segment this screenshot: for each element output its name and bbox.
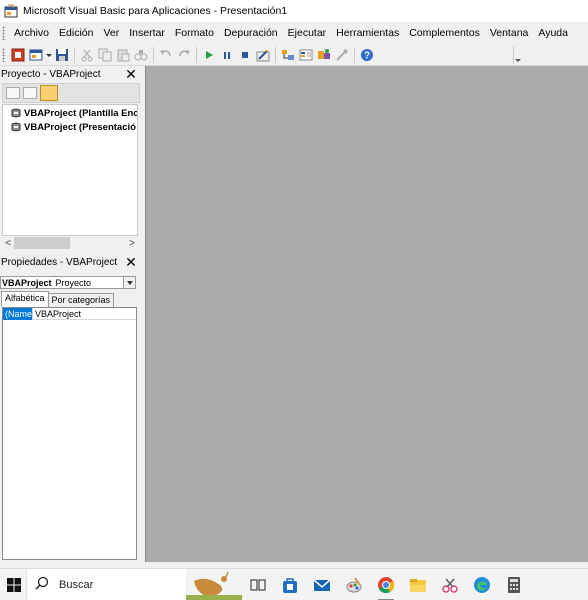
toolbar-separator	[354, 46, 355, 63]
save-button[interactable]	[54, 47, 70, 63]
widgets-kangaroo-icon[interactable]	[186, 569, 242, 600]
toolbar-separator	[153, 46, 154, 63]
project-explorer-icon[interactable]	[280, 47, 296, 63]
vba-app-icon	[4, 4, 18, 18]
paste-icon[interactable]	[115, 47, 131, 63]
menu-depuracion[interactable]: Depuración	[219, 27, 283, 39]
properties-tabs: Alfabética Por categorías	[1, 291, 115, 307]
vba-project-icon	[11, 108, 21, 118]
view-object-icon[interactable]	[23, 87, 37, 99]
menu-formato[interactable]: Formato	[170, 27, 219, 39]
menu-bar: Archivo Edición Ver Insertar Formato Dep…	[0, 22, 588, 44]
windows-taskbar: Buscar	[0, 568, 588, 600]
properties-object-select[interactable]: VBAProject Proyecto	[0, 276, 136, 289]
tab-alfabetica[interactable]: Alfabética	[1, 291, 49, 307]
toolbox-icon[interactable]	[334, 47, 350, 63]
menu-edicion[interactable]: Edición	[54, 27, 98, 39]
properties-header: Propiedades - VBAProject ✕	[0, 254, 142, 270]
project-explorer-header: Proyecto - VBAProject ✕	[0, 66, 142, 82]
search-placeholder: Buscar	[59, 578, 94, 591]
menu-ventana[interactable]: Ventana	[485, 27, 534, 39]
redo-icon[interactable]	[176, 47, 192, 63]
file-explorer-icon[interactable]	[406, 573, 430, 597]
find-icon[interactable]	[133, 47, 149, 63]
windows-start-icon[interactable]	[2, 569, 26, 600]
menu-complementos[interactable]: Complementos	[404, 27, 485, 39]
properties-window-icon[interactable]	[298, 47, 314, 63]
property-name: (Name)	[3, 307, 36, 320]
tab-por-categorias[interactable]: Por categorías	[47, 293, 115, 307]
scroll-left-icon[interactable]: <	[2, 238, 14, 249]
project-explorer-toolbar	[2, 83, 140, 103]
run-icon[interactable]	[201, 47, 217, 63]
property-value[interactable]: VBAProject	[33, 309, 81, 319]
properties-close-icon[interactable]: ✕	[124, 255, 138, 269]
mail-icon[interactable]	[310, 573, 334, 597]
properties-title: Propiedades - VBAProject	[1, 256, 118, 268]
insert-dropdown-icon[interactable]	[46, 47, 52, 63]
view-host-app-button[interactable]	[10, 47, 26, 63]
toolbar-options-icon[interactable]	[513, 45, 521, 64]
mdi-workspace	[145, 66, 588, 562]
vba-project-icon	[11, 122, 21, 132]
project-explorer-title: Proyecto - VBAProject	[1, 68, 101, 80]
search-icon	[35, 576, 49, 593]
window-title: Microsoft Visual Basic para Aplicaciones…	[23, 5, 288, 17]
toolbar-separator	[196, 46, 197, 63]
tree-item[interactable]: VBAProject (Presentació	[3, 121, 137, 133]
chevron-down-icon[interactable]	[123, 277, 135, 288]
reset-icon[interactable]	[237, 47, 253, 63]
menubar-grip[interactable]	[2, 26, 5, 40]
chrome-icon[interactable]	[374, 573, 398, 600]
toggle-folders-icon[interactable]	[40, 85, 58, 101]
scroll-thumb[interactable]	[14, 237, 70, 249]
menu-archivo[interactable]: Archivo	[9, 27, 54, 39]
undo-icon[interactable]	[158, 47, 174, 63]
view-code-icon[interactable]	[6, 87, 20, 99]
project-tree-hscrollbar[interactable]: < >	[2, 236, 138, 250]
menu-ayuda[interactable]: Ayuda	[533, 27, 573, 39]
tree-item-label: VBAProject (Plantilla Enc	[24, 107, 138, 119]
design-mode-icon[interactable]	[255, 47, 271, 63]
tree-item[interactable]: VBAProject (Plantilla Enc	[3, 107, 137, 119]
property-row[interactable]: (Name) VBAProject	[3, 307, 136, 320]
object-name: VBAProject	[2, 277, 52, 288]
window-titlebar: Microsoft Visual Basic para Aplicaciones…	[0, 0, 588, 22]
insert-userform-button[interactable]	[28, 47, 44, 63]
paint-icon[interactable]	[342, 573, 366, 597]
taskbar-search-box[interactable]: Buscar	[26, 568, 186, 600]
calculator-icon[interactable]	[502, 573, 526, 597]
svg-text:?: ?	[364, 50, 370, 61]
task-view-icon[interactable]	[246, 573, 270, 597]
object-browser-icon[interactable]	[316, 47, 332, 63]
tree-item-label: VBAProject (Presentació	[24, 121, 136, 133]
edge-icon[interactable]	[470, 573, 494, 597]
left-pane: Proyecto - VBAProject ✕ VBAProject (Plan…	[0, 66, 142, 562]
toolbar-separator	[275, 46, 276, 63]
scroll-right-icon[interactable]: >	[126, 238, 138, 249]
menu-herramientas[interactable]: Herramientas	[331, 27, 404, 39]
help-icon[interactable]: ?	[359, 47, 375, 63]
toolbar-grip[interactable]	[2, 47, 5, 62]
project-explorer-close-icon[interactable]: ✕	[124, 67, 138, 81]
copy-icon[interactable]	[97, 47, 113, 63]
project-tree: VBAProject (Plantilla Enc VBAProject (Pr…	[2, 104, 138, 236]
properties-grid: (Name) VBAProject	[2, 307, 137, 560]
store-icon[interactable]	[278, 573, 302, 597]
object-type: Proyecto	[55, 277, 92, 288]
toolbar-separator	[74, 46, 75, 63]
menu-ver[interactable]: Ver	[98, 27, 124, 39]
menu-insertar[interactable]: Insertar	[124, 27, 170, 39]
cut-icon[interactable]	[79, 47, 95, 63]
snipping-tool-icon[interactable]	[438, 573, 462, 597]
standard-toolbar: ?	[0, 44, 588, 66]
menu-ejecutar[interactable]: Ejecutar	[283, 27, 332, 39]
break-icon[interactable]	[219, 47, 235, 63]
